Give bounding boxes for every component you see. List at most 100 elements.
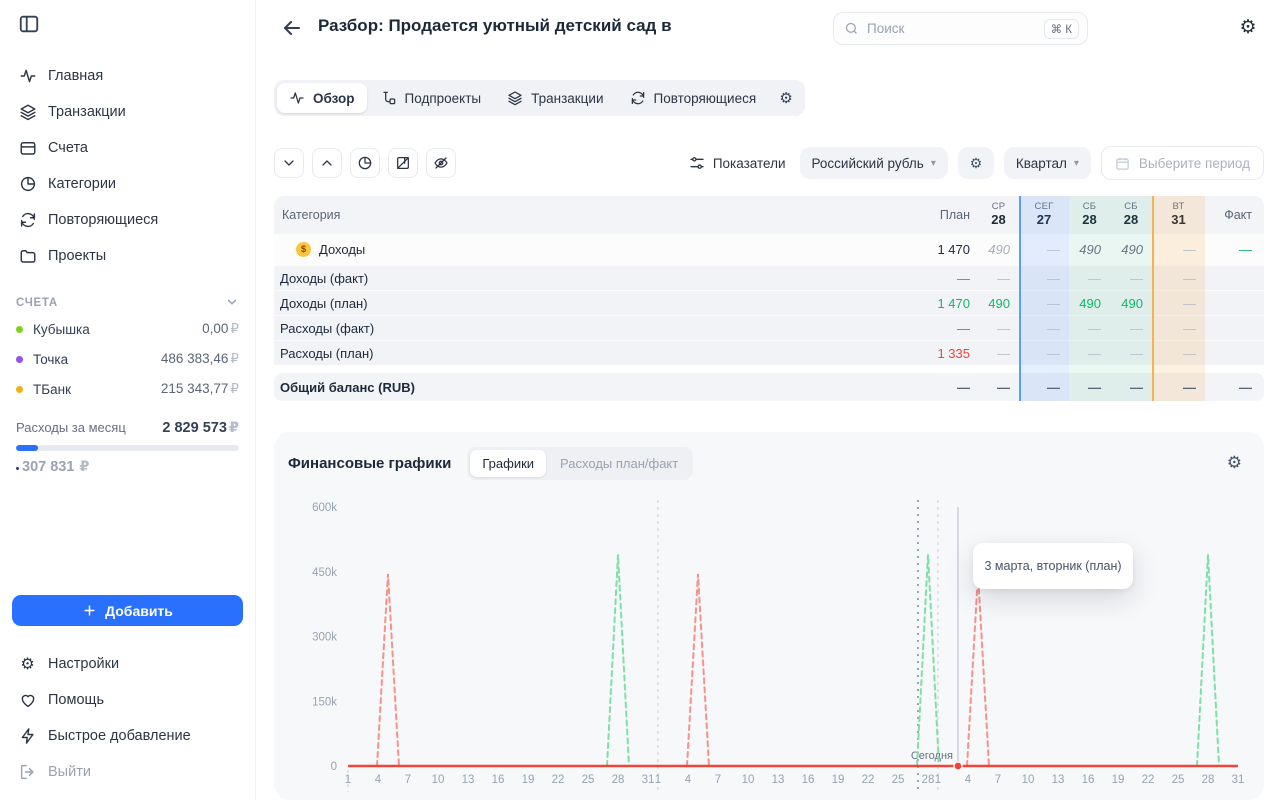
- day-cell: —: [1019, 271, 1069, 286]
- charts-settings-gear-icon[interactable]: ⚙: [1227, 453, 1242, 473]
- account-color-dot: [16, 356, 23, 363]
- x-tick-label: 10: [742, 774, 755, 786]
- table-row[interactable]: Расходы (план)1 335—————: [274, 340, 1264, 365]
- pulse-icon: [18, 67, 37, 86]
- sidebar-item-accounts[interactable]: Счета: [8, 130, 247, 166]
- period-select[interactable]: Квартал▾: [1004, 147, 1091, 179]
- tab-label: Транзакции: [531, 91, 603, 106]
- x-tick-label: 22: [552, 774, 565, 786]
- row-category-cell: Расходы (план): [274, 346, 917, 361]
- account-color-dot: [16, 386, 23, 393]
- search-box[interactable]: ⌘ К: [833, 12, 1088, 45]
- search-icon: [844, 21, 859, 36]
- sidebar-item-label: Категории: [48, 176, 116, 192]
- sidebar-item-help[interactable]: Помощь: [8, 682, 247, 718]
- pie-chart-toggle-button[interactable]: [350, 148, 380, 178]
- sidebar-item-recurring[interactable]: Повторяющиеся: [8, 202, 247, 238]
- plan-cell: —: [917, 271, 978, 286]
- x-tick-label: 10: [432, 774, 445, 786]
- account-item[interactable]: Точка486 383,46₽: [16, 344, 239, 374]
- metrics-button[interactable]: Показатели: [689, 155, 786, 171]
- account-balance: 0,00₽: [202, 321, 239, 337]
- account-item[interactable]: ТБанк215 343,77₽: [16, 374, 239, 404]
- collapse-rows-button[interactable]: [274, 148, 304, 178]
- tab-transactions[interactable]: Транзакции: [495, 83, 615, 113]
- heart-icon: [18, 691, 37, 710]
- account-item[interactable]: Кубышка0,00₽: [16, 314, 239, 344]
- y-tick-label: 0: [331, 761, 337, 773]
- search-input[interactable]: [867, 21, 1036, 36]
- chevron-down-icon: ▾: [1074, 158, 1079, 169]
- accounts-collapse-icon[interactable]: [225, 295, 239, 312]
- back-icon[interactable]: [280, 16, 304, 40]
- x-tick-label: 22: [1142, 774, 1155, 786]
- tabbar-gear-icon[interactable]: ⚙: [770, 83, 802, 113]
- sidebar-item-transactions[interactable]: Транзакции: [8, 94, 247, 130]
- sidebar-item-home[interactable]: Главная: [8, 58, 247, 94]
- table-header-row: КатегорияПланСР28СЕГ27СБ28СБ28ВТ31Факт: [274, 196, 1264, 234]
- expenses-progress-bar: [16, 445, 239, 451]
- charts-card: Финансовые графики ГрафикиРасходы план/ф…: [274, 432, 1264, 800]
- day-cell: —: [1069, 346, 1110, 361]
- day-cell: —: [1152, 271, 1205, 286]
- x-tick-label: 25: [892, 774, 905, 786]
- sidebar-toggle-icon[interactable]: [18, 13, 40, 35]
- y-tick-label: 150k: [312, 696, 337, 708]
- x-tick-label: 25: [1172, 774, 1185, 786]
- table-row[interactable]: Доходы (план)1 470490—490490—: [274, 290, 1264, 315]
- column-header-day: СР28: [978, 202, 1019, 228]
- account-name: Кубышка: [33, 322, 202, 337]
- pulse-icon: [289, 90, 305, 106]
- table-settings-gear-icon[interactable]: ⚙: [958, 147, 994, 179]
- x-tick-label: 16: [1082, 774, 1095, 786]
- day-cell: —: [1152, 296, 1205, 311]
- expand-rows-button[interactable]: [312, 148, 342, 178]
- x-tick-label: 16: [802, 774, 815, 786]
- hide-hidden-toggle-button[interactable]: [426, 148, 456, 178]
- series-spike-Расходы (план): [967, 574, 989, 766]
- tab-subprojects[interactable]: Подпроекты: [369, 83, 494, 113]
- sliders-icon: [689, 155, 705, 171]
- table-row[interactable]: $Доходы1 470490—490490——: [274, 234, 1264, 265]
- search-shortcut-badge: ⌘ К: [1044, 19, 1079, 39]
- table-row[interactable]: Расходы (факт)——————: [274, 315, 1264, 340]
- series-spike-Расходы (план): [687, 574, 709, 766]
- sidebar-item-projects[interactable]: Проекты: [8, 238, 247, 274]
- day-cell: —: [1110, 271, 1152, 286]
- fact-cell: —: [1205, 380, 1264, 395]
- pie-icon: [18, 175, 37, 194]
- sidebar-item-quick-add[interactable]: Быстрое добавление: [8, 718, 247, 754]
- column-header-day: СБ28: [1110, 202, 1152, 228]
- sidebar-item-label: Транзакции: [48, 104, 126, 120]
- tab-overview[interactable]: Обзор: [277, 83, 367, 113]
- sidebar-item-label: Счета: [48, 140, 88, 156]
- hide-board-toggle-button[interactable]: [388, 148, 418, 178]
- charts-mode-tab-0[interactable]: Графики: [470, 450, 546, 477]
- row-category-cell: Доходы (план): [274, 296, 917, 311]
- table-row[interactable]: Доходы (факт)——————: [274, 265, 1264, 290]
- x-tick-label: 7: [715, 774, 721, 786]
- account-color-dot: [16, 326, 23, 333]
- table-row[interactable]: Общий баланс (RUB)———————: [274, 373, 1264, 401]
- refresh-icon: [630, 90, 646, 106]
- currency-select[interactable]: Российский рубль▾: [800, 147, 948, 179]
- date-range-picker[interactable]: Выберите период: [1101, 146, 1264, 180]
- x-tick-label: 13: [1052, 774, 1065, 786]
- wallet-icon: [18, 139, 37, 158]
- charts-mode-tab-1[interactable]: Расходы план/факт: [548, 450, 690, 477]
- sidebar-item-logout[interactable]: Выйти: [8, 754, 247, 790]
- x-tick-label: 19: [832, 774, 845, 786]
- settings-gear-icon[interactable]: ⚙: [1235, 14, 1261, 40]
- sidebar-item-settings[interactable]: ⚙Настройки: [8, 646, 247, 682]
- chart-tooltip: 3 марта, вторник (план): [973, 543, 1133, 589]
- sidebar-item-label: Главная: [48, 68, 103, 84]
- bullet-dot-icon: [16, 467, 19, 470]
- tab-recurring[interactable]: Повторяющиеся: [618, 83, 769, 113]
- day-cell: —: [1110, 346, 1152, 361]
- row-label: Доходы: [319, 242, 365, 257]
- day-cell: —: [1019, 321, 1069, 336]
- add-button[interactable]: Добавить: [12, 595, 243, 626]
- sidebar-item-categories[interactable]: Категории: [8, 166, 247, 202]
- sidebar-nav: Главная Транзакции Счета Категории Повторяющ…: [8, 58, 247, 274]
- sidebar-footer: ⚙НастройкиПомощьБыстрое добавлениеВыйти: [8, 646, 247, 790]
